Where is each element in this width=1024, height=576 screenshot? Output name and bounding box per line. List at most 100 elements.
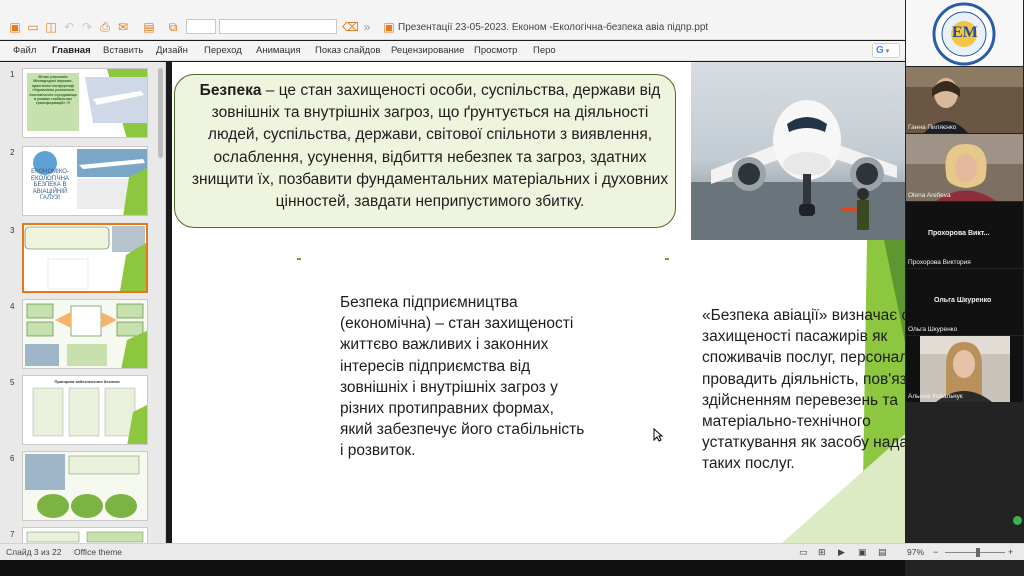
thumb-5-graphic <box>23 376 147 444</box>
thumb-2-caption: ЕКОНОМІКО-ЕКОЛОГІЧНА БЕЗПЕКА В АВІАЦІЙНІ… <box>31 169 69 201</box>
slide-counter: Слайд 3 из 22 <box>6 547 62 557</box>
tab-pen[interactable]: Перо <box>533 45 556 56</box>
thumb-4-graphic <box>23 300 147 368</box>
thumb-6-graphic <box>23 452 147 520</box>
tab-review[interactable]: Рецензирование <box>391 45 464 56</box>
callout-term: Безпека <box>199 82 262 99</box>
tab-design[interactable]: Дизайн <box>156 45 188 56</box>
normal-view-icon[interactable]: ▭ <box>799 547 808 558</box>
participant-tile-logo[interactable]: EM <box>906 0 1023 66</box>
zoom-area: 97% − + <box>905 543 1024 560</box>
thumbnail-slide-3[interactable] <box>22 223 148 293</box>
zoom-out-icon[interactable]: − <box>933 547 938 557</box>
aviation-security-term: «Безпека авіації» <box>702 307 828 324</box>
search-chip-label: G <box>876 45 884 56</box>
ribbon-tabs: Файл Главная Вставить Дизайн Переход Ани… <box>0 41 905 61</box>
redo-icon[interactable]: ↷ <box>80 20 94 34</box>
thumbnail-slide-6[interactable] <box>22 451 148 521</box>
email-icon[interactable]: ✉ <box>116 20 130 34</box>
thumb-number: 3 <box>10 226 15 235</box>
thumbnail-slide-2[interactable]: ЕКОНОМІКО-ЕКОЛОГІЧНА БЕЗПЕКА В АВІАЦІЙНІ… <box>22 146 148 216</box>
clear-format-icon[interactable]: ⌫ <box>342 20 359 34</box>
participant-subtitle: Ольга Шкуренко <box>908 326 958 333</box>
callout-text: Безпека – це стан захищеності особи, сус… <box>191 80 669 213</box>
slideshow-icon[interactable]: ▣ <box>858 547 867 558</box>
aviation-security-text: визначає стан захищеності пасажирів як с… <box>702 307 905 473</box>
callout-definition: – це стан захищеності особи, суспільства… <box>191 82 669 211</box>
thumb-number: 4 <box>10 302 15 311</box>
aviation-security-definition: «Безпека авіації» визначає стан захищено… <box>702 305 905 475</box>
participant-subtitle: Прохорова Виктория <box>908 259 971 266</box>
participant-name: Альона Ковальчук <box>908 393 963 400</box>
thumb-number: 6 <box>10 454 15 463</box>
layout-icon[interactable]: ▤ <box>142 20 156 34</box>
tab-view[interactable]: Просмотр <box>474 45 517 56</box>
slide-canvas[interactable]: Безпека – це стан захищеності особи, сус… <box>172 62 905 543</box>
tab-animation[interactable]: Анимация <box>256 45 301 56</box>
font-size-box[interactable] <box>219 19 337 34</box>
zoom-level: 97% <box>907 547 925 557</box>
thumb-7-graphic <box>23 528 147 543</box>
undo-icon[interactable]: ↶ <box>62 20 76 34</box>
participant-tile-5[interactable]: Альона Ковальчук <box>906 336 1023 402</box>
tab-insert[interactable]: Вставить <box>103 45 143 56</box>
zoom-slider[interactable] <box>945 552 1005 553</box>
participant-name: Прохорова Викт... <box>928 230 990 237</box>
mouse-cursor-icon <box>653 428 663 442</box>
app-window: ▣ ▭ ◫ ↶ ↷ ⎙ ✉ ▤ ⧉ ⌫ » ▣ Презентації 23-0… <box>0 0 1024 576</box>
document-title: Презентації 23-05-2023. Економ -Екологіч… <box>398 22 709 33</box>
thumb-1-caption: Вітаю учасників Міжнародної науково-прак… <box>29 75 77 106</box>
airplane-photo <box>691 62 905 240</box>
thumb-number: 5 <box>10 378 15 387</box>
save-icon[interactable]: ◫ <box>44 20 58 34</box>
notes-icon[interactable]: ▤ <box>878 547 887 558</box>
participant-tile-4[interactable]: Ольга Шкуренко Ольга Шкуренко <box>906 269 1023 335</box>
slide-thumbnails-panel: 1 Вітаю учасників Міжнародної науково-пр… <box>0 62 166 543</box>
thumb-number: 7 <box>10 530 15 539</box>
definition-callout: Безпека – це стан захищеності особи, сус… <box>174 74 676 228</box>
video-conference-panel: EM Ганна Пиляєнко Olena Arefieva Прохоро… <box>905 0 1024 576</box>
zoom-slider-thumb[interactable] <box>976 548 980 557</box>
reading-view-icon[interactable]: ▶ <box>838 547 845 558</box>
google-search-chip[interactable]: G ▾ <box>872 43 900 58</box>
zoom-in-icon[interactable]: + <box>1008 547 1013 557</box>
tab-slideshow[interactable]: Показ слайдов <box>315 45 380 56</box>
participant-tile-1[interactable]: Ганна Пиляєнко <box>906 67 1023 133</box>
tab-transitions[interactable]: Переход <box>204 45 242 56</box>
tab-home[interactable]: Главная <box>52 45 91 56</box>
chevron-down-icon: ▾ <box>883 48 890 55</box>
participant-2-video <box>906 134 1023 201</box>
thumbnail-slide-5[interactable]: Принципи забезпечення безпеки <box>22 375 148 445</box>
participant-name: Olena Arefieva <box>908 192 951 199</box>
font-name-box[interactable] <box>186 19 216 34</box>
status-check-icon <box>1013 516 1022 525</box>
thumb-number: 2 <box>10 148 15 157</box>
airplane-graphic <box>691 62 905 240</box>
print-icon[interactable]: ⎙ <box>98 20 112 34</box>
status-bar: Слайд 3 из 22 Office theme ▭ ⊞ ▶ ▣ ▤ <box>0 543 905 560</box>
tab-file[interactable]: Файл <box>13 45 36 56</box>
open-icon[interactable]: ▭ <box>26 20 40 34</box>
participant-tile-2[interactable]: Olena Arefieva <box>906 134 1023 201</box>
new-icon[interactable]: ▣ <box>8 20 22 34</box>
file-type-icon: ▣ <box>383 20 395 34</box>
participant-tile-3[interactable]: Прохорова Викт... Прохорова Виктория <box>906 202 1023 268</box>
theme-name: Office theme <box>74 547 123 557</box>
logo-text: EM <box>952 24 978 41</box>
business-security-text: – стан захищеності життєво важливих і за… <box>340 315 585 460</box>
bottom-strip <box>0 560 905 576</box>
thumb-3-graphic <box>24 225 146 291</box>
thumb-number: 1 <box>10 70 15 79</box>
participant-name: Ганна Пиляєнко <box>908 124 957 131</box>
thumbnail-slide-4[interactable] <box>22 299 148 369</box>
thumbnail-scrollbar[interactable] <box>158 68 163 158</box>
business-security-definition: Безпека підприємництва (економічна) – ст… <box>340 292 590 462</box>
thumbnail-slide-1[interactable]: Вітаю учасників Міжнародної науково-прак… <box>22 68 148 138</box>
thumbnail-slide-7[interactable] <box>22 527 148 543</box>
copy-icon[interactable]: ⧉ <box>166 20 180 34</box>
slide-sorter-icon[interactable]: ⊞ <box>818 547 826 558</box>
title-bar: ▣ ▭ ◫ ↶ ↷ ⎙ ✉ ▤ ⧉ ⌫ » ▣ Презентації 23-0… <box>0 0 905 40</box>
participant-name: Ольга Шкуренко <box>934 297 992 304</box>
thumb-5-caption: Принципи забезпечення безпеки <box>54 379 120 384</box>
more-icon[interactable]: » <box>360 20 374 34</box>
